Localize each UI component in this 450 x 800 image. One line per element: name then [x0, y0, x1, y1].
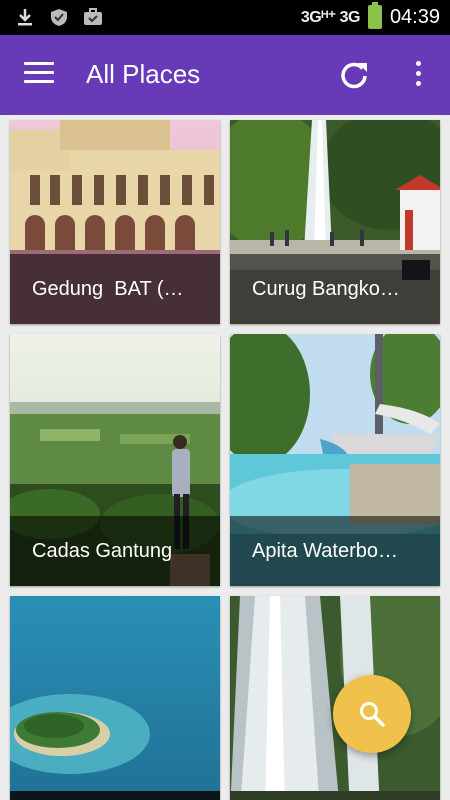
status-bar: 3Gᴴ⁺ 3G 04:39	[0, 0, 450, 35]
place-caption	[230, 791, 440, 800]
place-card[interactable]: Apita Waterbo…	[230, 334, 440, 586]
network-indicator: 3Gᴴ⁺ 3G	[300, 9, 361, 26]
battery-icon	[367, 2, 382, 29]
place-caption: Apita Waterbo…	[230, 516, 440, 586]
app-bar: All Places	[0, 35, 450, 115]
status-clock: 04:39	[389, 5, 440, 28]
place-name: Curug Bangko…	[252, 278, 400, 300]
place-card[interactable]: Cadas Gantung	[10, 334, 220, 586]
briefcase-icon	[82, 7, 104, 27]
search-fab[interactable]	[333, 675, 411, 753]
search-icon	[360, 702, 385, 727]
page-title: All Places	[86, 59, 201, 89]
refresh-icon[interactable]	[338, 59, 370, 91]
place-caption	[10, 791, 220, 800]
download-icon	[14, 7, 36, 27]
more-vert-icon[interactable]	[408, 61, 428, 91]
place-name: Apita Waterbo…	[252, 540, 398, 562]
place-card[interactable]: Curug Bangko…	[230, 120, 440, 324]
place-caption: Curug Bangko…	[230, 254, 440, 324]
place-card[interactable]	[10, 596, 220, 800]
place-photo	[10, 596, 220, 800]
place-name: Cadas Gantung	[32, 540, 173, 562]
place-card[interactable]: Gedung BAT (…	[10, 120, 220, 324]
place-name: Gedung BAT (…	[32, 278, 184, 300]
place-caption: Cadas Gantung	[10, 516, 220, 586]
menu-icon[interactable]	[24, 62, 54, 86]
shield-icon	[48, 7, 70, 27]
place-caption: Gedung BAT (…	[10, 254, 220, 324]
